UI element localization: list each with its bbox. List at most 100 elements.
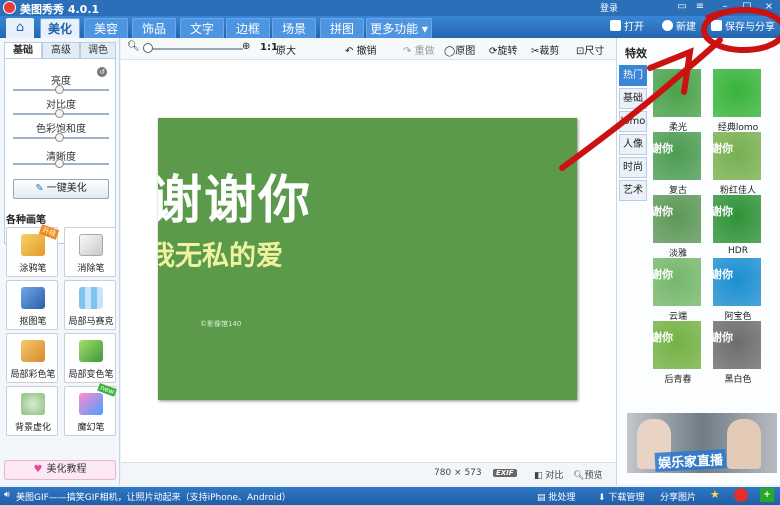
slider-knob[interactable] — [55, 133, 65, 142]
tool-background-blur[interactable]: 背景虚化 — [6, 386, 58, 436]
minimize-icon[interactable]: – — [718, 0, 732, 14]
photo-subline: 我无私的爱 — [158, 241, 283, 272]
resize-label: 尺寸 — [584, 46, 605, 57]
saturation-slider[interactable] — [13, 133, 109, 142]
effect-item[interactable]: 谢你 黑白色 — [713, 321, 763, 385]
category-lomo[interactable]: lomo — [619, 111, 647, 132]
speaker-icon: 🔊︎ — [4, 490, 10, 500]
exif-button[interactable]: EXIF — [493, 468, 517, 478]
effect-item[interactable]: 谢你 后青春 — [653, 321, 703, 385]
plus-icon[interactable]: + — [760, 488, 774, 502]
tool-cutout-pen[interactable]: 抠图笔 — [6, 280, 58, 330]
category-portrait[interactable]: 人像 — [619, 134, 647, 155]
mosaic-icon — [79, 287, 103, 309]
maximize-icon[interactable]: □ — [740, 0, 754, 14]
menu-icon[interactable]: ≡ — [693, 0, 707, 14]
open-button[interactable]: 打开 — [610, 19, 644, 36]
zoom-slider[interactable] — [143, 48, 243, 50]
effect-item[interactable]: 谢你 HDR — [713, 195, 763, 257]
slider-knob[interactable] — [55, 109, 65, 118]
batch-icon: ▤ — [537, 493, 549, 503]
tool-doodle-pen[interactable]: 升级 涂鸦笔 — [6, 224, 60, 277]
brightness-slider[interactable] — [13, 85, 109, 94]
weibo-icon[interactable] — [734, 488, 748, 502]
ad-banner[interactable]: 娱乐家直播 — [627, 413, 777, 473]
tab-face[interactable]: 美容 — [84, 18, 128, 38]
compare-button[interactable]: ◧ 对比 — [534, 468, 563, 481]
circle-icon: ◯ — [444, 46, 456, 57]
tab-text[interactable]: 文字 — [180, 18, 224, 38]
login-link[interactable]: 登录 — [600, 1, 618, 14]
tab-scene[interactable]: 场景 — [272, 18, 316, 38]
contrast-slider[interactable] — [13, 109, 109, 118]
effect-name: HDR — [728, 246, 748, 256]
batch-button[interactable]: ▤ 批处理 — [537, 490, 575, 503]
slider-knob[interactable] — [55, 159, 65, 168]
subtab-advanced[interactable]: 高级 — [42, 42, 80, 59]
original-size-button[interactable]: 原大 — [276, 42, 296, 57]
category-hot[interactable]: 热门 — [619, 65, 647, 86]
tab-more[interactable]: 更多功能 ▾ — [366, 18, 432, 38]
tab-accessories[interactable]: 饰品 — [132, 18, 176, 38]
original-image-button[interactable]: ◯原图 — [444, 42, 475, 57]
app-logo-icon — [3, 1, 16, 14]
thumb-text: 谢你 — [653, 205, 673, 218]
effect-item[interactable]: 柔光 — [653, 69, 703, 133]
effect-name: 黑白色 — [724, 375, 752, 385]
undo-label: 撤销 — [356, 46, 377, 57]
download-manager-button[interactable]: ⬇ 下载管理 — [598, 490, 644, 503]
effect-item[interactable]: 谢你 粉红佳人 — [713, 132, 763, 196]
category-basic[interactable]: 基础 — [619, 88, 647, 109]
share-image-button[interactable]: 分享图片 — [660, 490, 696, 503]
tool-color-pen[interactable]: 局部彩色笔 — [6, 333, 58, 383]
tab-frame[interactable]: 边框 — [226, 18, 270, 38]
effect-item[interactable]: 谢你 复古 — [653, 132, 703, 196]
crop-label: 裁剪 — [539, 46, 560, 57]
tab-beautify[interactable]: 美化 — [40, 18, 80, 38]
effect-item[interactable]: 谢你 云端 — [653, 258, 703, 322]
category-fashion[interactable]: 时尚 — [619, 157, 647, 178]
new-button[interactable]: 新建 — [662, 19, 696, 36]
tool-eraser[interactable]: 消除笔 — [64, 227, 116, 277]
crop-button[interactable]: ✂裁剪 — [531, 42, 559, 57]
slider-knob[interactable] — [55, 85, 65, 94]
effect-item[interactable]: 谢你 阿宝色 — [713, 258, 763, 322]
category-art[interactable]: 艺术 — [619, 180, 647, 201]
photo-watermark: ©影像馆140 — [200, 320, 242, 328]
subtab-color[interactable]: 调色 — [80, 42, 116, 59]
title-bar: 美图秀秀 4.0.1 登录 ▭ ≡ – □ × — [0, 0, 780, 16]
feedback-icon[interactable]: ▭ — [675, 0, 689, 14]
promo-tip[interactable]: 美图GIF——搞笑GIF相机，让照片动起来（支持iPhone、Android） — [16, 490, 291, 503]
zoom-in-icon[interactable]: ⊕ — [242, 41, 250, 52]
sharpness-slider[interactable] — [13, 159, 109, 168]
tutorial-button[interactable]: ♥ 美化教程 — [4, 460, 116, 480]
star-icon[interactable]: ★ — [710, 488, 720, 501]
original-label: 原图 — [455, 46, 476, 57]
save-share-label: 保存与分享 — [725, 22, 775, 33]
undo-button[interactable]: ↶ 撤销 — [345, 42, 377, 57]
preview-button[interactable]: 🔍︎预览 — [573, 468, 602, 481]
photo-canvas[interactable]: 谢谢你 我无私的爱 ©影像馆140 — [158, 118, 577, 400]
zoom-out-icon[interactable]: 🔍︎ — [127, 41, 140, 52]
subtab-basic[interactable]: 基础 — [4, 42, 42, 59]
zoom-knob[interactable] — [143, 43, 153, 53]
main-nav: ⌂ 美化 美容 饰品 文字 边框 场景 拼图 更多功能 ▾ 打开 新建 保存与分… — [0, 16, 780, 38]
redo-button[interactable]: ↷ 重做 — [403, 42, 435, 57]
effect-item[interactable]: 经典lomo — [713, 69, 763, 133]
resize-button[interactable]: ⊡尺寸 — [576, 42, 604, 57]
effect-thumbnail: 谢你 — [713, 258, 761, 306]
tool-magic-pen[interactable]: new 魔幻笔 — [64, 383, 117, 436]
effect-item[interactable]: 谢你 淡雅 — [653, 195, 703, 259]
rotate-label: 旋转 — [497, 46, 518, 57]
tool-mosaic[interactable]: 局部马赛克 — [64, 280, 116, 330]
rotate-button[interactable]: ⟳旋转 — [489, 42, 517, 57]
brushes-title: 各种画笔 — [6, 215, 46, 226]
save-share-button[interactable]: 保存与分享 — [711, 19, 775, 36]
home-button[interactable]: ⌂ — [6, 18, 34, 38]
tool-recolor-pen[interactable]: 局部变色笔 — [64, 333, 116, 383]
tab-collage[interactable]: 拼图 — [320, 18, 364, 38]
one-key-beautify-button[interactable]: ✎ 一键美化 — [13, 179, 109, 199]
effect-thumbnail — [653, 69, 701, 117]
canvas-toolbar: 🔍︎ ⊕ 1:1 原大 ↶ 撤销 ↷ 重做 ◯原图 ⟳旋转 ✂裁剪 ⊡尺寸 — [121, 38, 616, 60]
close-icon[interactable]: × — [762, 0, 776, 14]
